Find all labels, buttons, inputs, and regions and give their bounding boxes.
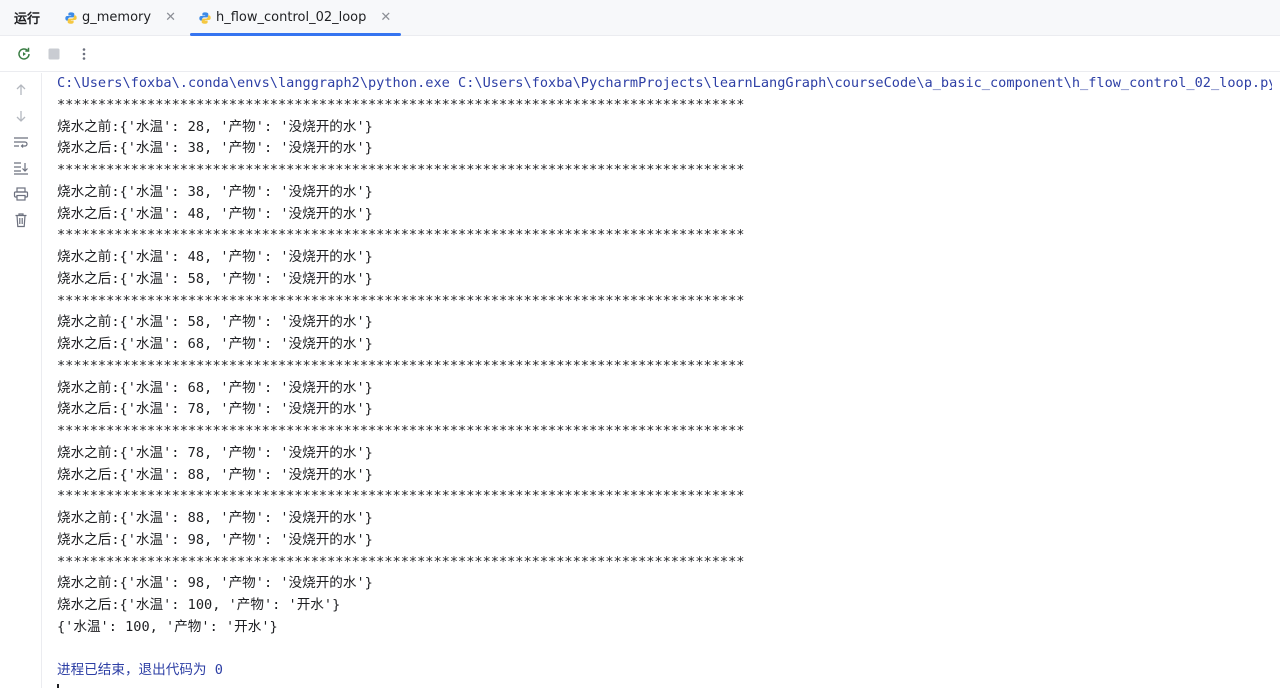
stop-button[interactable] [44,44,64,64]
print-icon [13,187,28,201]
process-exit-message: 进程已结束，退出代码为 0 [57,662,223,679]
console-line: 烧水之后:{'水温': 98, '产物': '没烧开的水'} [57,531,373,548]
rerun-button[interactable] [14,44,34,64]
run-panel-title: 运行 [14,12,41,27]
close-icon[interactable]: ✕ [165,10,176,25]
console-line: ****************************************… [57,357,745,374]
run-tab-bar: 运行 g_memory ✕ h_flow_control_02_loop ✕ [0,0,1280,36]
clear-icon [15,213,26,228]
scroll-to-end-button[interactable] [12,159,30,177]
clear-all-button[interactable] [12,211,30,229]
scroll-down-button[interactable] [12,107,30,125]
tab-label: g_memory [82,10,152,25]
more-options-icon [82,48,86,60]
console-line: 烧水之前:{'水温': 38, '产物': '没烧开的水'} [57,183,373,200]
soft-wrap-icon [13,137,28,148]
scroll-up-icon [16,84,25,95]
console-line: 烧水之后:{'水温': 58, '产物': '没烧开的水'} [57,270,373,287]
soft-wrap-button[interactable] [12,133,30,151]
console-line: 烧水之后:{'水温': 68, '产物': '没烧开的水'} [57,336,373,352]
console-line: ****************************************… [57,553,745,570]
console-line: 烧水之后:{'水温': 48, '产物': '没烧开的水'} [57,205,373,222]
console-line: ****************************************… [57,162,745,178]
run-toolbar [0,37,1280,72]
console-line: 烧水之后:{'水温': 88, '产物': '没烧开的水'} [57,466,373,483]
console-line: ****************************************… [57,292,745,309]
console-line: 烧水之后:{'水温': 100, '产物': '开水'} [57,597,341,613]
console-line: 烧水之前:{'水温': 68, '产物': '没烧开的水'} [57,379,373,396]
console-command-line: C:\Users\foxba\.conda\envs\langgraph2\py… [57,75,1272,91]
more-options-button[interactable] [74,44,94,64]
stop-icon [48,48,60,60]
scroll-to-end-icon [13,162,28,175]
console-line: 烧水之前:{'水温': 48, '产物': '没烧开的水'} [57,249,373,265]
python-file-icon [199,11,211,24]
console-line: {'水温': 100, '产物': '开水'} [57,618,278,635]
tab-h-flow-control-02-loop[interactable]: h_flow_control_02_loop ✕ [188,0,403,36]
console-line: 烧水之前:{'水温': 88, '产物': '没烧开的水'} [57,510,373,526]
tab-g-memory[interactable]: g_memory ✕ [54,0,188,35]
rerun-icon [18,47,30,60]
close-icon[interactable]: ✕ [380,10,391,25]
scroll-up-button[interactable] [12,81,30,99]
console-line: 烧水之后:{'水温': 38, '产物': '没烧开的水'} [57,140,373,157]
console-line: 烧水之前:{'水温': 78, '产物': '没烧开的水'} [57,444,373,461]
console-line: ****************************************… [57,423,745,439]
console-line: 烧水之前:{'水温': 98, '产物': '没烧开的水'} [57,575,373,592]
scroll-down-icon [16,111,25,122]
print-button[interactable] [12,185,30,203]
console-output[interactable]: C:\Users\foxba\.conda\envs\langgraph2\py… [57,73,1272,688]
python-file-icon [65,11,77,24]
console-line: ****************************************… [57,227,745,244]
tab-label: h_flow_control_02_loop [216,10,367,25]
console-line: ****************************************… [57,96,745,113]
console-side-toolbar [0,73,42,688]
console-line: ****************************************… [57,488,745,505]
run-tool-window: 运行 g_memory ✕ h_flow_control_02_loop ✕ C… [0,0,1280,688]
text-cursor [57,684,59,688]
console-line: 烧水之后:{'水温': 78, '产物': '没烧开的水'} [57,401,373,418]
console-line: 烧水之前:{'水温': 58, '产物': '没烧开的水'} [57,314,373,331]
console-line: 烧水之前:{'水温': 28, '产物': '没烧开的水'} [57,118,373,135]
